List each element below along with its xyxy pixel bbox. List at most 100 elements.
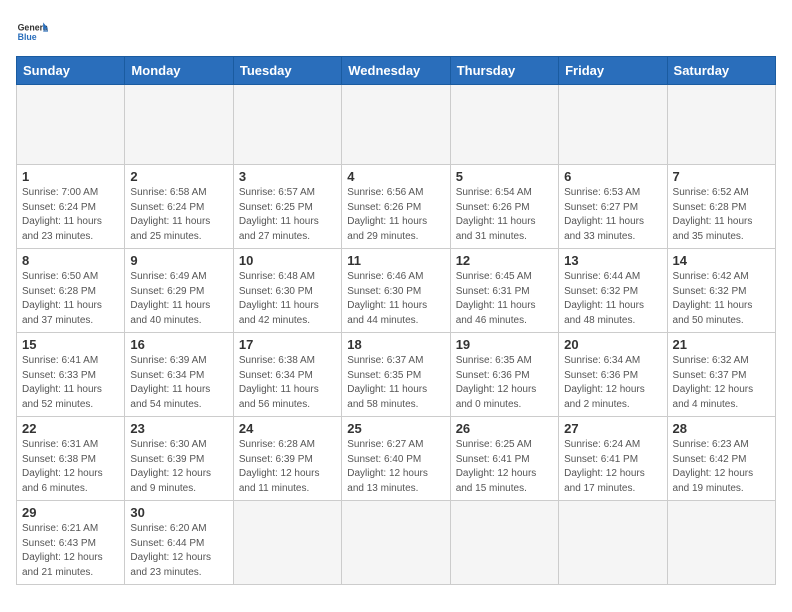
day-number: 10 xyxy=(239,253,336,268)
calendar-cell xyxy=(233,501,341,585)
day-number: 5 xyxy=(456,169,553,184)
day-info: Sunrise: 6:57 AMSunset: 6:25 PMDaylight:… xyxy=(239,186,336,244)
column-header-saturday: Saturday xyxy=(667,57,775,85)
day-info: Sunrise: 6:50 AMSunset: 6:28 PMDaylight:… xyxy=(22,270,119,328)
week-row-2: 1 Sunrise: 7:00 AMSunset: 6:24 PMDaylight… xyxy=(17,165,776,249)
day-number: 19 xyxy=(456,337,553,352)
calendar-cell xyxy=(342,501,450,585)
calendar-cell: 9 Sunrise: 6:49 AMSunset: 6:29 PMDaylight… xyxy=(125,249,233,333)
calendar-cell xyxy=(450,501,558,585)
day-info: Sunrise: 6:52 AMSunset: 6:28 PMDaylight:… xyxy=(673,186,770,244)
day-number: 29 xyxy=(22,505,119,520)
calendar-cell xyxy=(233,85,341,165)
calendar-cell: 25Sunrise: 6:27 AMSunset: 6:40 PMDayligh… xyxy=(342,417,450,501)
day-info: Sunrise: 6:20 AMSunset: 6:44 PMDaylight:… xyxy=(130,522,227,580)
day-info: Sunrise: 6:46 AMSunset: 6:30 PMDaylight:… xyxy=(347,270,444,328)
day-info: Sunrise: 6:31 AMSunset: 6:38 PMDaylight:… xyxy=(22,438,119,496)
day-info: Sunrise: 6:24 AMSunset: 6:41 PMDaylight:… xyxy=(564,438,661,496)
day-number: 20 xyxy=(564,337,661,352)
calendar-cell: 24 Sunrise: 6:28 AMSunset: 6:39 PMDayligh… xyxy=(233,417,341,501)
calendar-cell: 27 Sunrise: 6:24 AMSunset: 6:41 PMDayligh… xyxy=(559,417,667,501)
day-number: 12 xyxy=(456,253,553,268)
week-row-1 xyxy=(17,85,776,165)
column-header-friday: Friday xyxy=(559,57,667,85)
calendar-cell: 14Sunrise: 6:42 AMSunset: 6:32 PMDayligh… xyxy=(667,249,775,333)
day-info: Sunrise: 6:56 AMSunset: 6:26 PMDaylight:… xyxy=(347,186,444,244)
calendar-cell: 29 Sunrise: 6:21 AMSunset: 6:43 PMDayligh… xyxy=(17,501,125,585)
day-info: Sunrise: 6:42 AMSunset: 6:32 PMDaylight:… xyxy=(673,270,770,328)
day-info: Sunrise: 6:32 AMSunset: 6:37 PMDaylight:… xyxy=(673,354,770,412)
day-info: Sunrise: 6:54 AMSunset: 6:26 PMDaylight:… xyxy=(456,186,553,244)
calendar-cell: 5 Sunrise: 6:54 AMSunset: 6:26 PMDaylight… xyxy=(450,165,558,249)
day-number: 15 xyxy=(22,337,119,352)
calendar-cell: 18Sunrise: 6:37 AMSunset: 6:35 PMDayligh… xyxy=(342,333,450,417)
week-row-3: 8 Sunrise: 6:50 AMSunset: 6:28 PMDaylight… xyxy=(17,249,776,333)
calendar-cell: 21 Sunrise: 6:32 AMSunset: 6:37 PMDayligh… xyxy=(667,333,775,417)
calendar-cell: 16 Sunrise: 6:39 AMSunset: 6:34 PMDayligh… xyxy=(125,333,233,417)
day-number: 27 xyxy=(564,421,661,436)
day-number: 8 xyxy=(22,253,119,268)
calendar-cell: 11Sunrise: 6:46 AMSunset: 6:30 PMDayligh… xyxy=(342,249,450,333)
day-info: Sunrise: 6:34 AMSunset: 6:36 PMDaylight:… xyxy=(564,354,661,412)
calendar-cell: 4 Sunrise: 6:56 AMSunset: 6:26 PMDaylight… xyxy=(342,165,450,249)
calendar-header-row: SundayMondayTuesdayWednesdayThursdayFrid… xyxy=(17,57,776,85)
svg-text:Blue: Blue xyxy=(18,32,37,42)
calendar-table: SundayMondayTuesdayWednesdayThursdayFrid… xyxy=(16,56,776,585)
logo: General Blue xyxy=(16,16,48,48)
day-info: Sunrise: 6:35 AMSunset: 6:36 PMDaylight:… xyxy=(456,354,553,412)
day-number: 28 xyxy=(673,421,770,436)
day-number: 30 xyxy=(130,505,227,520)
calendar-cell xyxy=(667,85,775,165)
calendar-cell xyxy=(125,85,233,165)
day-number: 3 xyxy=(239,169,336,184)
day-info: Sunrise: 6:58 AMSunset: 6:24 PMDaylight:… xyxy=(130,186,227,244)
calendar-cell: 8 Sunrise: 6:50 AMSunset: 6:28 PMDaylight… xyxy=(17,249,125,333)
day-info: Sunrise: 6:25 AMSunset: 6:41 PMDaylight:… xyxy=(456,438,553,496)
day-info: Sunrise: 6:28 AMSunset: 6:39 PMDaylight:… xyxy=(239,438,336,496)
calendar-cell xyxy=(559,85,667,165)
calendar-cell: 23Sunrise: 6:30 AMSunset: 6:39 PMDayligh… xyxy=(125,417,233,501)
day-info: Sunrise: 6:48 AMSunset: 6:30 PMDaylight:… xyxy=(239,270,336,328)
day-info: Sunrise: 6:39 AMSunset: 6:34 PMDaylight:… xyxy=(130,354,227,412)
day-number: 17 xyxy=(239,337,336,352)
calendar-cell: 15 Sunrise: 6:41 AMSunset: 6:33 PMDayligh… xyxy=(17,333,125,417)
calendar-cell: 20 Sunrise: 6:34 AMSunset: 6:36 PMDayligh… xyxy=(559,333,667,417)
column-header-wednesday: Wednesday xyxy=(342,57,450,85)
day-number: 22 xyxy=(22,421,119,436)
column-header-tuesday: Tuesday xyxy=(233,57,341,85)
calendar-cell: 7Sunrise: 6:52 AMSunset: 6:28 PMDaylight… xyxy=(667,165,775,249)
calendar-cell: 28Sunrise: 6:23 AMSunset: 6:42 PMDayligh… xyxy=(667,417,775,501)
day-number: 25 xyxy=(347,421,444,436)
day-info: Sunrise: 6:49 AMSunset: 6:29 PMDaylight:… xyxy=(130,270,227,328)
day-info: Sunrise: 6:30 AMSunset: 6:39 PMDaylight:… xyxy=(130,438,227,496)
page-header: General Blue xyxy=(16,16,776,48)
day-number: 9 xyxy=(130,253,227,268)
day-info: Sunrise: 7:00 AMSunset: 6:24 PMDaylight:… xyxy=(22,186,119,244)
day-info: Sunrise: 6:44 AMSunset: 6:32 PMDaylight:… xyxy=(564,270,661,328)
day-number: 26 xyxy=(456,421,553,436)
day-number: 13 xyxy=(564,253,661,268)
day-number: 1 xyxy=(22,169,119,184)
day-info: Sunrise: 6:45 AMSunset: 6:31 PMDaylight:… xyxy=(456,270,553,328)
day-info: Sunrise: 6:21 AMSunset: 6:43 PMDaylight:… xyxy=(22,522,119,580)
calendar-cell: 10 Sunrise: 6:48 AMSunset: 6:30 PMDayligh… xyxy=(233,249,341,333)
day-number: 16 xyxy=(130,337,227,352)
calendar-cell: 3 Sunrise: 6:57 AMSunset: 6:25 PMDaylight… xyxy=(233,165,341,249)
calendar-cell: 6 Sunrise: 6:53 AMSunset: 6:27 PMDaylight… xyxy=(559,165,667,249)
day-number: 4 xyxy=(347,169,444,184)
calendar-cell xyxy=(667,501,775,585)
calendar-cell: 1 Sunrise: 7:00 AMSunset: 6:24 PMDaylight… xyxy=(17,165,125,249)
day-number: 21 xyxy=(673,337,770,352)
calendar-cell xyxy=(17,85,125,165)
calendar-cell: 19 Sunrise: 6:35 AMSunset: 6:36 PMDayligh… xyxy=(450,333,558,417)
calendar-cell: 17Sunrise: 6:38 AMSunset: 6:34 PMDayligh… xyxy=(233,333,341,417)
day-number: 24 xyxy=(239,421,336,436)
day-info: Sunrise: 6:53 AMSunset: 6:27 PMDaylight:… xyxy=(564,186,661,244)
calendar-cell xyxy=(342,85,450,165)
calendar-cell: 12 Sunrise: 6:45 AMSunset: 6:31 PMDayligh… xyxy=(450,249,558,333)
day-number: 6 xyxy=(564,169,661,184)
calendar-cell xyxy=(559,501,667,585)
day-info: Sunrise: 6:41 AMSunset: 6:33 PMDaylight:… xyxy=(22,354,119,412)
calendar-cell: 26 Sunrise: 6:25 AMSunset: 6:41 PMDayligh… xyxy=(450,417,558,501)
calendar-cell xyxy=(450,85,558,165)
